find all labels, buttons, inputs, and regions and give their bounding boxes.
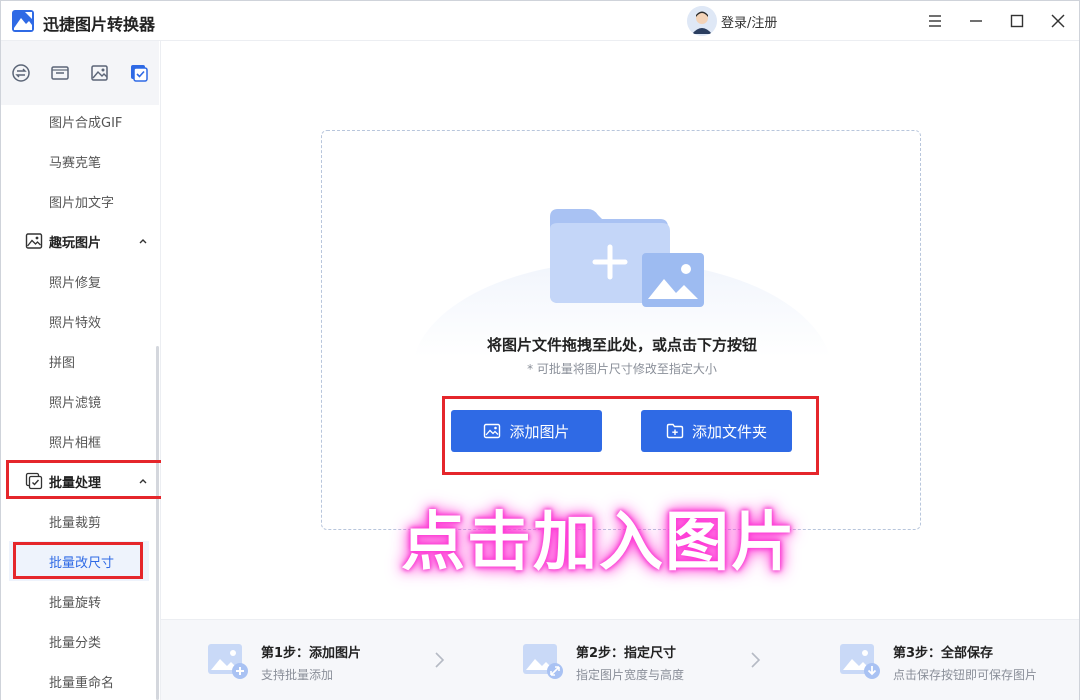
- highlight-batch-resize: [13, 542, 143, 579]
- sidebar-item-label: 批量重命名: [49, 675, 115, 691]
- drop-zone-hint: * 可批量将图片尺寸修改至指定大小: [527, 362, 717, 376]
- menu-button[interactable]: [923, 9, 947, 33]
- login-area[interactable]: 登录/注册: [687, 6, 777, 36]
- tool-strip: [1, 41, 159, 105]
- tool-compress[interactable]: [41, 53, 81, 93]
- sidebar-item-add-text[interactable]: 图片加文字: [1, 181, 159, 221]
- sidebar-item-label: 图片合成GIF: [49, 115, 123, 131]
- tool-image-edit[interactable]: [80, 53, 120, 93]
- step-desc: 支持批量添加: [261, 668, 334, 682]
- minimize-icon: [970, 20, 982, 22]
- sidebar-item-filters[interactable]: 照片滤镜: [1, 381, 159, 421]
- image-edit-icon: [91, 65, 108, 81]
- sidebar-item-batch-classify[interactable]: 批量分类: [1, 621, 159, 661]
- sidebar-item-label: 批量旋转: [49, 595, 102, 611]
- close-icon: [1051, 14, 1065, 28]
- sidebar-group-label: 趣玩图片: [49, 235, 102, 251]
- sidebar-item-label: 图片加文字: [49, 195, 115, 211]
- drop-zone-title: 将图片文件拖拽至此处，或点击下方按钮: [486, 336, 757, 354]
- step-1: 第1步：添加图片 支持批量添加: [207, 620, 457, 700]
- folder-add-image-icon: [550, 209, 704, 307]
- sidebar-item-label: 照片滤镜: [49, 395, 102, 411]
- login-link[interactable]: 登录/注册: [721, 12, 777, 31]
- title-bar: 迅捷图片转换器 登录/注册: [1, 1, 1079, 41]
- tool-batch[interactable]: [120, 53, 160, 93]
- highlight-batch-group: [6, 460, 167, 499]
- step-2: 第2步：指定尺寸 指定图片宽度与高度: [522, 620, 772, 700]
- sidebar-item-collage[interactable]: 拼图: [1, 341, 159, 381]
- sidebar-item-batch-rename[interactable]: 批量重命名: [1, 661, 159, 700]
- add-image-step-icon: [208, 644, 248, 679]
- sidebar-item-label: 照片相框: [49, 435, 102, 451]
- sidebar-item-batch-crop[interactable]: 批量裁剪: [1, 501, 159, 541]
- step-desc: 指定图片宽度与高度: [576, 668, 685, 682]
- chevron-right-icon: [435, 652, 445, 668]
- highlight-add-buttons: [442, 396, 819, 475]
- sidebar-item-label: 照片修复: [49, 275, 102, 291]
- step-title: 第2步：指定尺寸: [576, 646, 677, 661]
- overlay-caption: 点击加入图片: [401, 506, 797, 580]
- save-step-icon: [840, 644, 880, 679]
- sidebar-item-label: 批量裁剪: [49, 515, 102, 531]
- sidebar-item-label: 马赛克笔: [49, 155, 102, 171]
- resize-step-icon: [523, 644, 563, 679]
- menu-icon: [929, 15, 941, 27]
- sidebar-scrollbar[interactable]: [156, 346, 159, 700]
- chevron-up-icon: [139, 239, 147, 244]
- step-title: 第3步：全部保存: [893, 646, 994, 661]
- fun-image-icon: [25, 233, 43, 249]
- step-desc: 点击保存按钮即可保存图片: [893, 668, 1038, 682]
- sidebar-item-label: 拼图: [49, 355, 76, 371]
- sidebar-item-batch-rotate[interactable]: 批量旋转: [1, 581, 159, 621]
- sidebar-item-label: 批量分类: [49, 635, 102, 651]
- step-3: 第3步：全部保存 点击保存按钮即可保存图片: [839, 620, 1069, 700]
- chevron-right-icon: [751, 652, 761, 668]
- batch-icon: [131, 65, 148, 82]
- sidebar-item-photo-repair[interactable]: 照片修复: [1, 261, 159, 301]
- sidebar-item-mosaic[interactable]: 马赛克笔: [1, 141, 159, 181]
- sidebar-item-frames[interactable]: 照片相框: [1, 421, 159, 461]
- sidebar: 图片合成GIF 马赛克笔 图片加文字 趣玩图片 照片修复 照片特效 拼图 照片滤…: [1, 41, 161, 700]
- step-title: 第1步：添加图片: [261, 646, 362, 661]
- steps-bar: 第1步：添加图片 支持批量添加 第2步：指定尺寸 指定图片宽度与高度 第3步：全…: [161, 619, 1079, 700]
- sidebar-item-gif[interactable]: 图片合成GIF: [1, 101, 159, 141]
- app-window: 迅捷图片转换器 登录/注册 图片合成GIF 马赛克笔 图片加文字 趣玩图片 照片…: [0, 0, 1080, 700]
- app-logo-icon: [12, 10, 34, 32]
- compress-icon: [51, 66, 69, 80]
- sidebar-item-label: 照片特效: [49, 315, 102, 331]
- app-title: 迅捷图片转换器: [43, 15, 156, 34]
- avatar[interactable]: [687, 6, 717, 36]
- minimize-button[interactable]: [964, 9, 988, 33]
- convert-icon: [12, 64, 30, 82]
- sidebar-group-fun[interactable]: 趣玩图片: [1, 221, 159, 261]
- close-button[interactable]: [1046, 9, 1070, 33]
- maximize-icon: [1010, 14, 1024, 28]
- tool-convert[interactable]: [1, 53, 41, 93]
- sidebar-item-photo-effects[interactable]: 照片特效: [1, 301, 159, 341]
- maximize-button[interactable]: [1005, 9, 1029, 33]
